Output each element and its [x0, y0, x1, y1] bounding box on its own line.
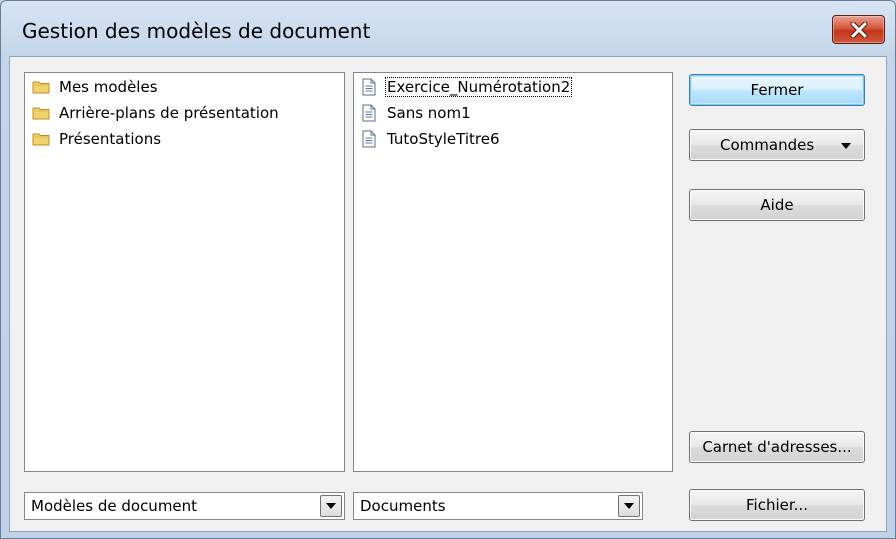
list-item-document[interactable]: Exercice_Numérotation2	[360, 75, 573, 99]
window-title: Gestion des modèles de document	[22, 19, 371, 43]
template-type-select[interactable]: Modèles de document	[24, 492, 345, 520]
list-item-category[interactable]: Mes modèles	[32, 75, 159, 99]
document-source-dropdown-button[interactable]	[618, 495, 640, 517]
template-type-dropdown-button[interactable]	[320, 495, 342, 517]
address-book-button-label: Carnet d'adresses...	[702, 438, 852, 456]
close-icon	[850, 22, 868, 38]
document-label: TutoStyleTitre6	[387, 130, 500, 148]
category-label: Présentations	[59, 130, 162, 148]
folder-icon	[32, 81, 50, 94]
document-list[interactable]: Exercice_Numérotation2 Sans nom1 TutoSty…	[353, 72, 673, 472]
document-source-value: Documents	[360, 497, 446, 515]
folder-icon	[32, 107, 50, 120]
document-icon	[362, 104, 376, 122]
dialog-client-area: Mes modèles Arrière-plans de présentatio…	[9, 56, 887, 532]
commands-button-label: Commandes	[720, 136, 815, 154]
help-button-label: Aide	[760, 196, 794, 214]
folder-icon	[32, 133, 50, 146]
document-icon	[362, 78, 376, 96]
title-bar[interactable]: Gestion des modèles de document	[1, 1, 895, 61]
template-type-value: Modèles de document	[31, 497, 198, 515]
list-item-category[interactable]: Arrière-plans de présentation	[32, 101, 280, 125]
category-label: Mes modèles	[59, 78, 158, 96]
dialog-window: Gestion des modèles de document Mes modè…	[0, 0, 896, 539]
list-item-document[interactable]: TutoStyleTitre6	[360, 127, 501, 151]
document-source-select[interactable]: Documents	[353, 492, 643, 520]
dropdown-arrow-icon	[841, 143, 851, 149]
chevron-down-icon	[326, 503, 336, 509]
close-button[interactable]: Fermer	[689, 74, 865, 106]
chevron-down-icon	[624, 503, 634, 509]
file-button-label: Fichier...	[746, 496, 808, 514]
document-label: Sans nom1	[387, 104, 471, 122]
close-button-label: Fermer	[750, 81, 804, 99]
help-button[interactable]: Aide	[689, 189, 865, 221]
address-book-button[interactable]: Carnet d'adresses...	[689, 431, 865, 463]
close-window-button[interactable]	[832, 15, 885, 44]
document-label: Exercice_Numérotation2	[384, 77, 573, 97]
commands-button[interactable]: Commandes	[689, 129, 865, 161]
list-item-category[interactable]: Présentations	[32, 127, 162, 151]
document-icon	[362, 130, 376, 148]
category-label: Arrière-plans de présentation	[59, 104, 279, 122]
category-list[interactable]: Mes modèles Arrière-plans de présentatio…	[24, 72, 345, 472]
file-button[interactable]: Fichier...	[689, 489, 865, 521]
list-item-document[interactable]: Sans nom1	[360, 101, 472, 125]
